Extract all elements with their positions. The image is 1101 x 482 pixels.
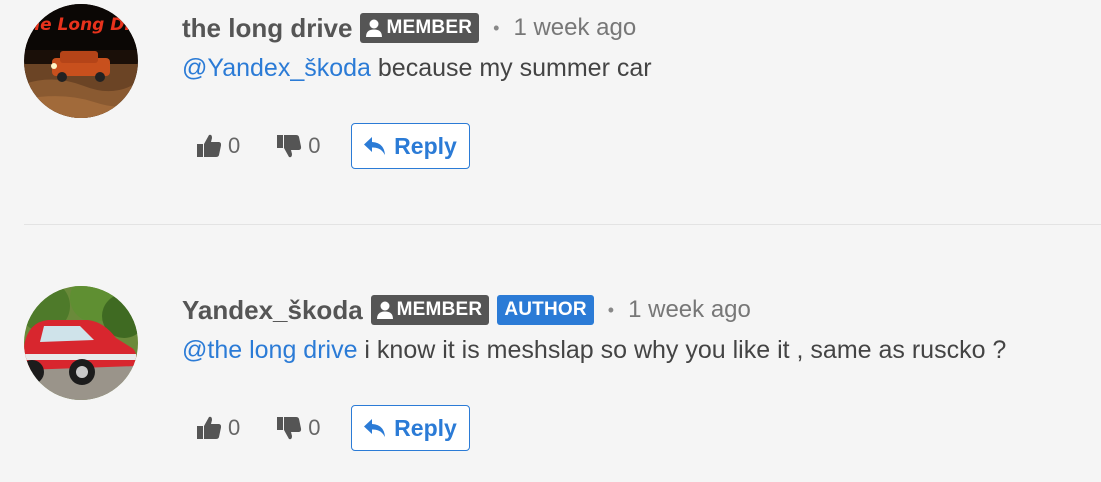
- dislike-button[interactable]: 0: [276, 415, 321, 441]
- comment: Yandex_škoda MEMBER AUTHOR • 1 week ago …: [0, 282, 1101, 482]
- reply-arrow-icon: [364, 419, 386, 437]
- comment-text: @Yandex_škoda because my summer car: [182, 54, 652, 83]
- user-icon: [366, 19, 383, 37]
- dislike-button[interactable]: 0: [276, 133, 321, 159]
- comment-text: @the long drive i know it is meshslap so…: [182, 336, 1006, 365]
- svg-text:he Long Dr: he Long Dr: [28, 15, 134, 35]
- member-badge: MEMBER: [360, 13, 480, 43]
- like-count: 0: [228, 133, 241, 158]
- reply-label: Reply: [394, 414, 457, 441]
- thumbs-up-icon: [197, 416, 222, 439]
- like-button[interactable]: 0: [196, 415, 240, 441]
- thumbs-down-icon: [277, 135, 302, 158]
- mention-link[interactable]: @Yandex_škoda: [182, 54, 371, 82]
- avatar[interactable]: he Long Dr: [24, 4, 138, 118]
- comment-actions: 0 0 Reply: [196, 122, 470, 170]
- like-button[interactable]: 0: [196, 133, 240, 159]
- username[interactable]: Yandex_škoda: [182, 295, 363, 326]
- user-icon: [376, 301, 393, 319]
- separator-dot: •: [493, 17, 500, 38]
- avatar-image: he Long Dr: [24, 4, 138, 118]
- timestamp[interactable]: 1 week ago: [513, 14, 636, 42]
- dislike-count: 0: [308, 415, 321, 440]
- comment-header: Yandex_škoda MEMBER AUTHOR • 1 week ago: [182, 292, 751, 328]
- comment-divider: [24, 224, 1101, 225]
- author-badge: AUTHOR: [497, 295, 594, 325]
- avatar-image: [24, 286, 138, 400]
- dislike-count: 0: [308, 133, 321, 158]
- reply-button[interactable]: Reply: [350, 123, 470, 169]
- comment-actions: 0 0 Reply: [196, 404, 470, 452]
- reply-button[interactable]: Reply: [350, 405, 470, 451]
- mention-link[interactable]: @the long drive: [182, 336, 357, 364]
- member-badge: MEMBER: [370, 295, 490, 325]
- comment-header: the long drive MEMBER • 1 week ago: [182, 10, 636, 46]
- avatar[interactable]: [24, 286, 138, 400]
- reply-label: Reply: [394, 132, 457, 159]
- separator-dot: •: [607, 299, 615, 320]
- comment-body: because my summer car: [370, 54, 652, 82]
- thumbs-down-icon: [277, 417, 302, 440]
- reply-arrow-icon: [364, 137, 386, 155]
- timestamp[interactable]: 1 week ago: [628, 296, 751, 324]
- comment-body: i know it is meshslap so why you like it…: [357, 336, 1007, 364]
- like-count: 0: [228, 415, 241, 440]
- thumbs-up-icon: [197, 134, 222, 157]
- comment: he Long Dr the long drive MEMBER • 1 wee…: [0, 0, 1101, 200]
- username[interactable]: the long drive: [182, 13, 352, 44]
